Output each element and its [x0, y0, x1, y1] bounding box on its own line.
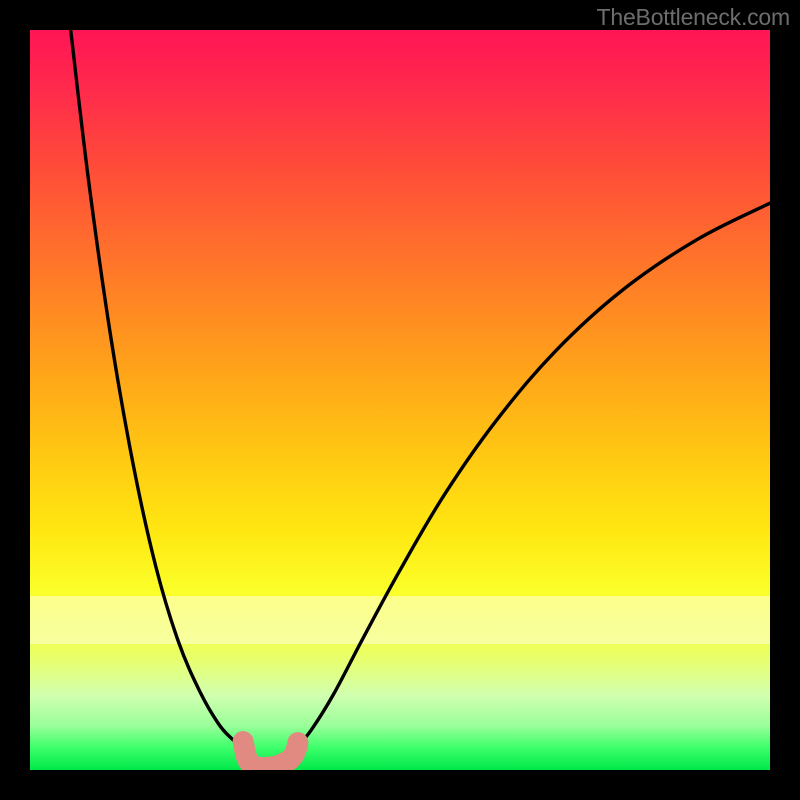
highlight-band [30, 596, 770, 644]
curve-layer [30, 30, 770, 770]
curve-left-arm [71, 30, 252, 754]
watermark-text: TheBottleneck.com [597, 4, 790, 31]
plot-area [30, 30, 770, 770]
curve-right-arm [296, 203, 770, 748]
marker-u-shape [243, 742, 298, 768]
chart-frame: TheBottleneck.com [0, 0, 800, 800]
